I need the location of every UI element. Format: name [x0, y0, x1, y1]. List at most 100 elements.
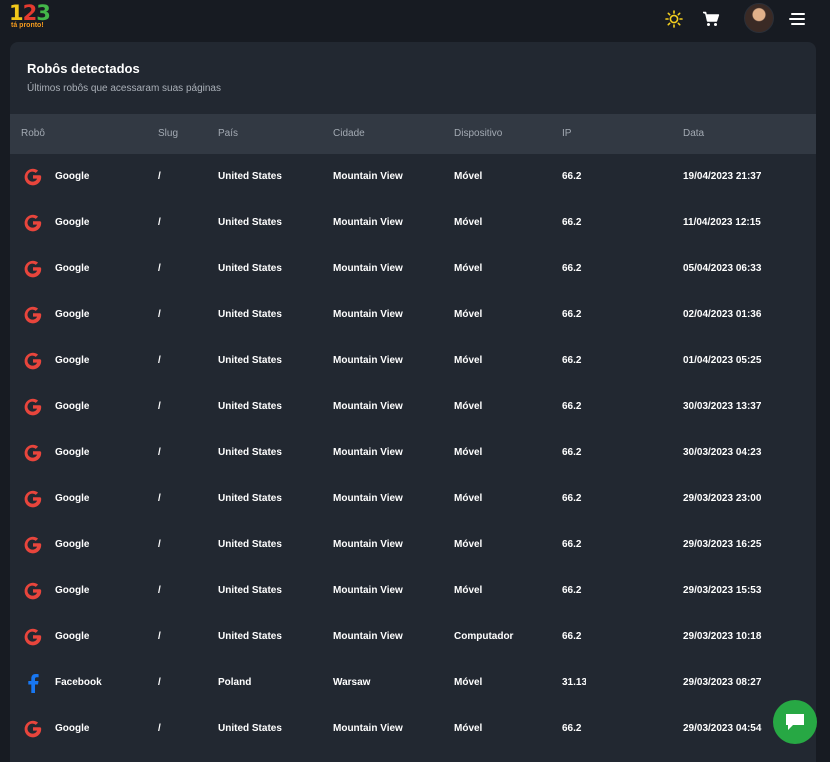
date-cell: 29/03/2023 15:53 — [683, 585, 762, 596]
table-header: Robô Slug País Cidade Dispositivo IP Dat… — [10, 114, 816, 154]
table-row[interactable]: Google / United States Mountain View Móv… — [10, 246, 816, 292]
city-cell: Mountain View — [333, 217, 403, 228]
date-cell: 29/03/2023 10:18 — [683, 631, 762, 642]
date-cell: 01/04/2023 05:25 — [683, 355, 762, 366]
device-cell: Móvel — [454, 309, 483, 320]
table-row[interactable]: Google / United States Mountain View Com… — [10, 614, 816, 660]
ip-cell: 66.2 — [562, 401, 582, 412]
date-cell: 29/03/2023 23:00 — [683, 493, 762, 504]
google-icon — [22, 350, 44, 372]
date-cell: 30/03/2023 04:23 — [683, 447, 762, 458]
slug-cell[interactable]: / — [158, 677, 161, 688]
device-cell: Móvel — [454, 401, 483, 412]
city-cell: Mountain View — [333, 401, 403, 412]
header-device[interactable]: Dispositivo — [454, 128, 502, 139]
slug-cell[interactable]: / — [158, 723, 161, 734]
ip-cell: 66.2 — [562, 217, 582, 228]
device-cell: Móvel — [454, 263, 483, 274]
date-cell: 29/03/2023 04:54 — [683, 723, 762, 734]
slug-cell[interactable]: / — [158, 585, 161, 596]
google-icon — [22, 626, 44, 648]
date-cell: 30/03/2023 13:37 — [683, 401, 762, 412]
date-cell: 11/04/2023 12:15 — [683, 217, 761, 228]
device-cell: Móvel — [454, 493, 483, 504]
device-cell: Móvel — [454, 217, 483, 228]
country-cell: United States — [218, 263, 282, 274]
header-city[interactable]: Cidade — [333, 128, 365, 139]
ip-cell: 66.2 — [562, 263, 582, 274]
date-cell: 02/04/2023 01:36 — [683, 309, 762, 320]
city-cell: Mountain View — [333, 631, 403, 642]
table-row[interactable]: Facebook / Poland Warsaw Móvel 31.13 29/… — [10, 660, 816, 706]
header-robot[interactable]: Robô — [21, 128, 45, 139]
logo[interactable]: 123 tá pronto! — [9, 3, 51, 33]
robot-name: Google — [55, 401, 90, 412]
google-icon — [22, 212, 44, 234]
city-cell: Mountain View — [333, 355, 403, 366]
menu-icon[interactable] — [786, 8, 808, 30]
table-row[interactable]: Google / United States Mountain View Móv… — [10, 522, 816, 568]
city-cell: Mountain View — [333, 723, 403, 734]
slug-cell[interactable]: / — [158, 401, 161, 412]
device-cell: Móvel — [454, 171, 483, 182]
country-cell: United States — [218, 217, 282, 228]
robot-name: Google — [55, 217, 90, 228]
date-cell: 29/03/2023 16:25 — [683, 539, 762, 550]
slug-cell[interactable]: / — [158, 447, 161, 458]
chat-icon[interactable] — [773, 700, 817, 744]
robot-name: Google — [55, 355, 90, 366]
slug-cell[interactable]: / — [158, 309, 161, 320]
city-cell: Mountain View — [333, 493, 403, 504]
date-cell: 05/04/2023 06:33 — [683, 263, 762, 274]
table-row[interactable]: Google / United States Mountain View Móv… — [10, 568, 816, 614]
country-cell: United States — [218, 493, 282, 504]
slug-cell[interactable]: / — [158, 539, 161, 550]
robot-name: Google — [55, 585, 90, 596]
table-row[interactable]: Google / United States Mountain View Móv… — [10, 384, 816, 430]
card-title: Robôs detectados — [27, 61, 140, 76]
device-cell: Computador — [454, 631, 514, 642]
google-icon — [22, 166, 44, 188]
slug-cell[interactable]: / — [158, 493, 161, 504]
sun-icon[interactable] — [663, 8, 685, 30]
country-cell: United States — [218, 171, 282, 182]
google-icon — [22, 258, 44, 280]
country-cell: United States — [218, 631, 282, 642]
google-icon — [22, 580, 44, 602]
country-cell: United States — [218, 723, 282, 734]
robot-name: Google — [55, 309, 90, 320]
table-row[interactable]: Google / United States Mountain View Móv… — [10, 706, 816, 752]
slug-cell[interactable]: / — [158, 263, 161, 274]
table-row[interactable]: Google / United States Mountain View Móv… — [10, 200, 816, 246]
facebook-icon — [22, 672, 44, 694]
header-ip[interactable]: IP — [562, 128, 571, 139]
table-row[interactable]: Google / United States Mountain View Móv… — [10, 154, 816, 200]
header-date[interactable]: Data — [683, 128, 704, 139]
table-row[interactable]: Google / United States Mountain View Móv… — [10, 292, 816, 338]
device-cell: Móvel — [454, 585, 483, 596]
robot-name: Google — [55, 539, 90, 550]
table-row[interactable]: Google / United States Mountain View Móv… — [10, 338, 816, 384]
city-cell: Mountain View — [333, 171, 403, 182]
cart-icon[interactable] — [700, 8, 722, 30]
google-icon — [22, 442, 44, 464]
table-row[interactable]: Google / United States Mountain View Móv… — [10, 476, 816, 522]
ip-cell: 66.2 — [562, 539, 582, 550]
date-cell: 19/04/2023 21:37 — [683, 171, 762, 182]
robot-name: Google — [55, 723, 90, 734]
header-slug[interactable]: Slug — [158, 128, 178, 139]
slug-cell[interactable]: / — [158, 631, 161, 642]
device-cell: Móvel — [454, 355, 483, 366]
ip-cell: 66.2 — [562, 631, 582, 642]
country-cell: United States — [218, 585, 282, 596]
ip-cell: 66.2 — [562, 355, 582, 366]
table-row[interactable]: Google / United States Mountain View Móv… — [10, 430, 816, 476]
city-cell: Mountain View — [333, 585, 403, 596]
header-country[interactable]: País — [218, 128, 238, 139]
slug-cell[interactable]: / — [158, 355, 161, 366]
robot-name: Google — [55, 631, 90, 642]
robot-name: Google — [55, 263, 90, 274]
avatar[interactable] — [744, 3, 774, 33]
slug-cell[interactable]: / — [158, 171, 161, 182]
slug-cell[interactable]: / — [158, 217, 161, 228]
